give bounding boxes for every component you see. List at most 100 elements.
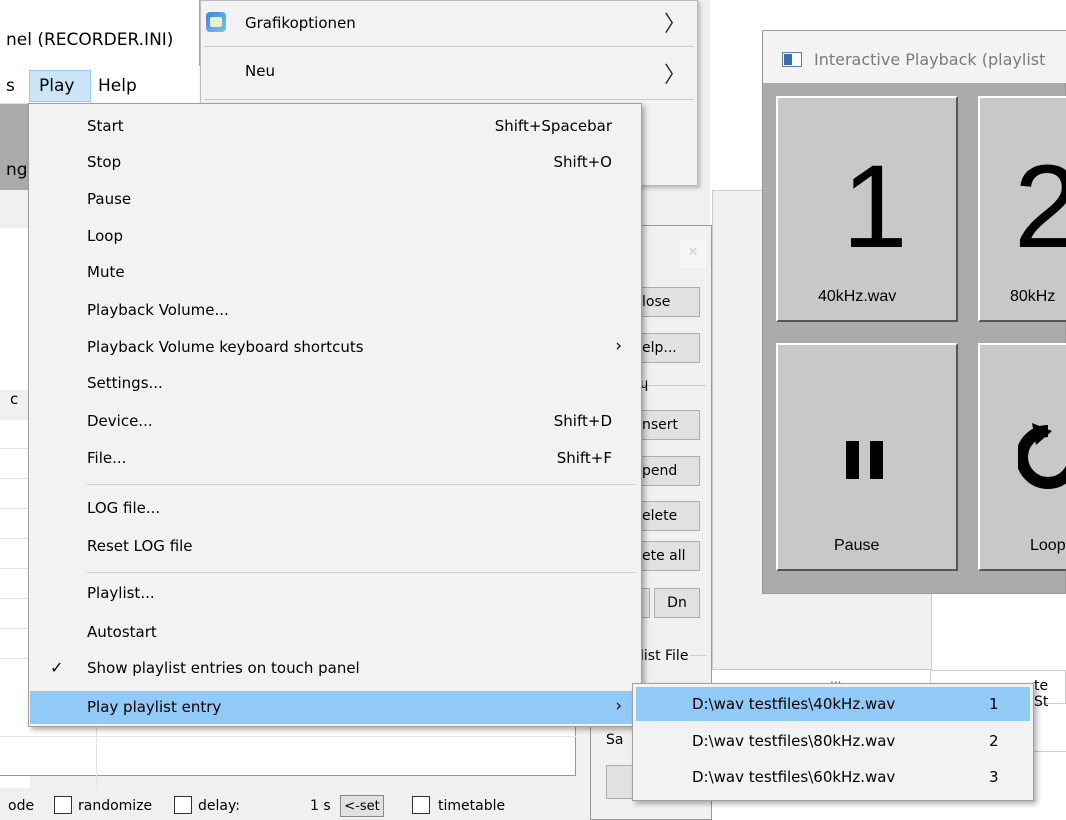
menu-item-label: File... — [87, 449, 127, 467]
menu-item-shortcut: Shift+F — [556, 449, 612, 467]
menu-item-device[interactable]: Device... Shift+D — [30, 407, 640, 436]
pause-tile[interactable]: Pause — [776, 343, 958, 571]
menu-item-label: Start — [87, 117, 124, 135]
context-item-new[interactable]: Neu — [245, 62, 275, 80]
menu-item-playlist[interactable]: Playlist... — [30, 579, 640, 608]
tile-label: 80kHz — [1010, 288, 1056, 305]
tile-number: 2 — [1014, 148, 1066, 266]
interactive-playback-title: Interactive Playback (playlist — [814, 50, 1046, 69]
grid-line — [0, 538, 30, 539]
menu-item-mute[interactable]: Mute — [30, 258, 640, 287]
menu-item-label: LOG file... — [87, 499, 161, 517]
menu-item-playback-volume[interactable]: Playback Volume... — [30, 296, 640, 325]
submenu-item-number: 1 — [989, 695, 999, 713]
menu-item-label: Settings... — [87, 374, 163, 392]
graphics-options-icon — [206, 12, 226, 32]
dialog-close-icon[interactable]: ✕ — [680, 240, 706, 268]
mode-checkbox[interactable] — [54, 796, 72, 814]
menu-item-label: Loop — [87, 227, 123, 245]
menu-item-pause[interactable]: Pause — [30, 185, 640, 214]
playlist-tile-2[interactable]: 2 80kHz — [978, 96, 1066, 322]
window-icon — [782, 52, 802, 67]
playlist-tile-1[interactable]: 1 40kHz.wav — [776, 96, 958, 322]
menu-separator — [87, 484, 635, 485]
play-menu: Start Shift+Spacebar Stop Shift+O Pause … — [28, 103, 642, 727]
submenu-item-number: 3 — [989, 768, 999, 786]
tile-number: 1 — [842, 141, 908, 273]
randomize-checkbox[interactable] — [174, 796, 192, 814]
menu-item-file[interactable]: File... Shift+F — [30, 444, 640, 473]
menu-item-label: Mute — [87, 263, 125, 281]
playlist-entry-submenu: D:\wav testfiles\40kHz.wav 1 D:\wav test… — [632, 683, 1034, 801]
grid-line — [0, 598, 30, 599]
context-item-graphics-options[interactable]: Grafikoptionen — [245, 14, 356, 32]
timetable-label: timetable — [438, 798, 506, 814]
context-menu-separator — [204, 46, 694, 47]
menubar-item-s[interactable]: s — [6, 76, 15, 96]
context-menu-separator — [204, 99, 694, 100]
menu-item-label: Autostart — [87, 623, 157, 641]
grid-line — [0, 658, 30, 659]
menubar-item-help[interactable]: Help — [98, 76, 137, 96]
loop-tile[interactable]: Loop — [978, 343, 1066, 571]
menu-item-label: Show playlist entries on touch panel — [87, 659, 360, 677]
file-list-header-label: c — [10, 390, 19, 408]
submenu-item-label: D:\wav testfiles\80kHz.wav — [692, 732, 896, 750]
list-file-group-label: list File — [638, 648, 691, 664]
menu-separator — [87, 572, 635, 573]
menu-item-label: Reset LOG file — [87, 537, 193, 555]
menu-item-start[interactable]: Start Shift+Spacebar — [30, 112, 640, 141]
grid-line — [0, 736, 576, 737]
menu-item-shortcut: Shift+Spacebar — [494, 117, 612, 135]
chevron-right-icon: 〉 — [664, 63, 687, 88]
toolbar-label: ng — [6, 160, 28, 180]
loop-icon — [1018, 423, 1066, 489]
menu-item-label: Play playlist entry — [87, 698, 222, 716]
set-delay-button[interactable]: <-set — [340, 795, 384, 817]
chevron-right-icon: 〉 — [664, 12, 687, 37]
tile-label: Loop — [1030, 537, 1066, 554]
menubar-item-play[interactable]: Play — [29, 70, 91, 102]
down-button[interactable]: Dn — [654, 588, 700, 618]
menu-item-stop[interactable]: Stop Shift+O — [30, 148, 640, 177]
menu-item-shortcut: Shift+D — [553, 412, 612, 430]
options-bar: ode randomize delay: 1 s <-set timetable — [0, 790, 600, 820]
tile-label: Pause — [834, 537, 880, 554]
menu-item-reset-log[interactable]: Reset LOG file — [30, 532, 640, 561]
menu-item-volume-shortcuts[interactable]: Playback Volume keyboard shortcuts › — [30, 333, 640, 362]
mode-label: ode — [8, 798, 35, 814]
menu-item-label: Playlist... — [87, 584, 155, 602]
right-column-cell — [1030, 704, 1066, 752]
submenu-item-number: 2 — [989, 732, 999, 750]
menu-item-label: Playback Volume... — [87, 301, 229, 319]
menu-item-label: Pause — [87, 190, 132, 208]
grid-line — [0, 628, 30, 629]
menu-item-play-playlist-entry[interactable]: Play playlist entry › — [30, 691, 640, 724]
menu-item-label: Device... — [87, 412, 153, 430]
randomize-label: randomize — [78, 798, 153, 814]
submenu-item-playlist-entry-3[interactable]: D:\wav testfiles\60kHz.wav 3 — [636, 760, 1030, 794]
menu-item-settings[interactable]: Settings... — [30, 369, 640, 398]
pause-icon — [846, 441, 886, 479]
chevron-right-icon: › — [615, 336, 622, 356]
menu-item-label: Stop — [87, 153, 122, 171]
menu-item-show-playlist-entries[interactable]: ✓ Show playlist entries on touch panel — [30, 654, 640, 683]
checkmark-icon: ✓ — [50, 658, 64, 677]
submenu-item-playlist-entry-1[interactable]: D:\wav testfiles\40kHz.wav 1 — [636, 687, 1030, 721]
chevron-right-icon: › — [615, 696, 622, 716]
delay-checkbox[interactable] — [412, 796, 430, 814]
delay-label: delay: — [198, 798, 240, 814]
delay-value: 1 s — [310, 798, 331, 814]
menu-item-loop[interactable]: Loop — [30, 222, 640, 251]
grid-line — [0, 448, 30, 449]
submenu-item-playlist-entry-2[interactable]: D:\wav testfiles\80kHz.wav 2 — [636, 724, 1030, 758]
menu-item-log-file[interactable]: LOG file... — [30, 494, 640, 523]
menu-item-autostart[interactable]: Autostart — [30, 618, 640, 647]
menu-item-label: Playback Volume keyboard shortcuts — [87, 338, 364, 356]
submenu-item-label: D:\wav testfiles\40kHz.wav — [692, 695, 896, 713]
save-button-label[interactable]: Sa — [606, 732, 623, 748]
grid-line — [0, 568, 30, 569]
grid-line — [0, 508, 30, 509]
grid-line — [0, 478, 30, 479]
tile-label: 40kHz.wav — [818, 288, 897, 305]
